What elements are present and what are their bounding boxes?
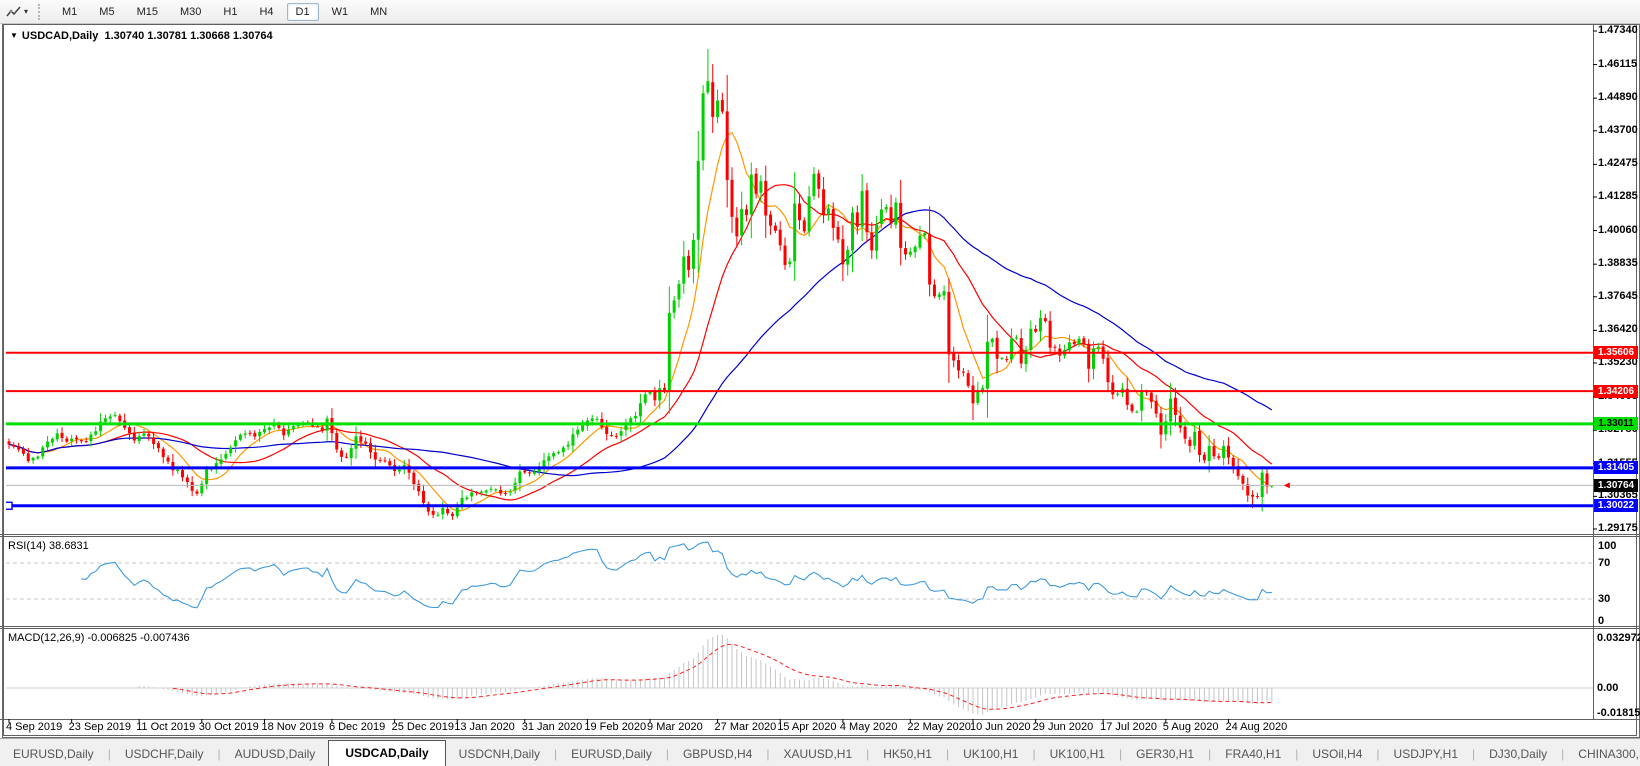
last-price-arrow xyxy=(1283,482,1290,489)
rsi-line xyxy=(81,541,1272,609)
chart-tab-USOil,H4[interactable]: USOil,H4 xyxy=(1299,743,1375,766)
chart-tab-FRA40,H1[interactable]: FRA40,H1 xyxy=(1212,743,1294,766)
chart-tab-XAUUSD,H1[interactable]: XAUUSD,H1 xyxy=(770,743,865,766)
chart-tab-GBPUSD,H4[interactable]: GBPUSD,H4 xyxy=(670,743,765,766)
chart-tab-USDCHF,Daily[interactable]: USDCHF,Daily xyxy=(112,743,217,766)
chart-tab-EURUSD,Daily[interactable]: EURUSD,Daily xyxy=(0,743,107,766)
chart-tab-DJ30,Daily[interactable]: DJ30,Daily xyxy=(1476,743,1560,766)
chart-tab-HK50,H1[interactable]: HK50,H1 xyxy=(870,743,945,766)
chart-tab-UK100,H1[interactable]: UK100,H1 xyxy=(1037,743,1118,766)
chart-canvas[interactable] xyxy=(0,0,1640,765)
chart-tab-AUDUSD,Daily[interactable]: AUDUSD,Daily xyxy=(222,743,329,766)
rsi-pane xyxy=(6,541,1593,609)
chart-tab-CHINA300,H1[interactable]: CHINA300,H1 xyxy=(1565,743,1640,766)
hline-selection-handle xyxy=(6,501,13,510)
chart-tab-USDCAD,Daily[interactable]: USDCAD,Daily xyxy=(328,740,446,766)
chart-tab-UK100,H1[interactable]: UK100,H1 xyxy=(950,743,1031,766)
chart-tab-EURUSD,Daily[interactable]: EURUSD,Daily xyxy=(558,743,665,766)
moving-average-8 xyxy=(8,131,1273,512)
chart-tab-bar: EURUSD,Daily | USDCHF,Daily | AUDUSD,Daily US… xyxy=(0,738,1640,766)
chart-tab-GER30,H1[interactable]: GER30,H1 xyxy=(1123,743,1207,766)
macd-pane xyxy=(6,634,1593,715)
chart-tab-USDJPY,H1[interactable]: USDJPY,H1 xyxy=(1381,743,1471,766)
chart-tab-USDCNH,Daily[interactable]: USDCNH,Daily xyxy=(446,743,553,766)
main-price-pane xyxy=(6,49,1593,520)
